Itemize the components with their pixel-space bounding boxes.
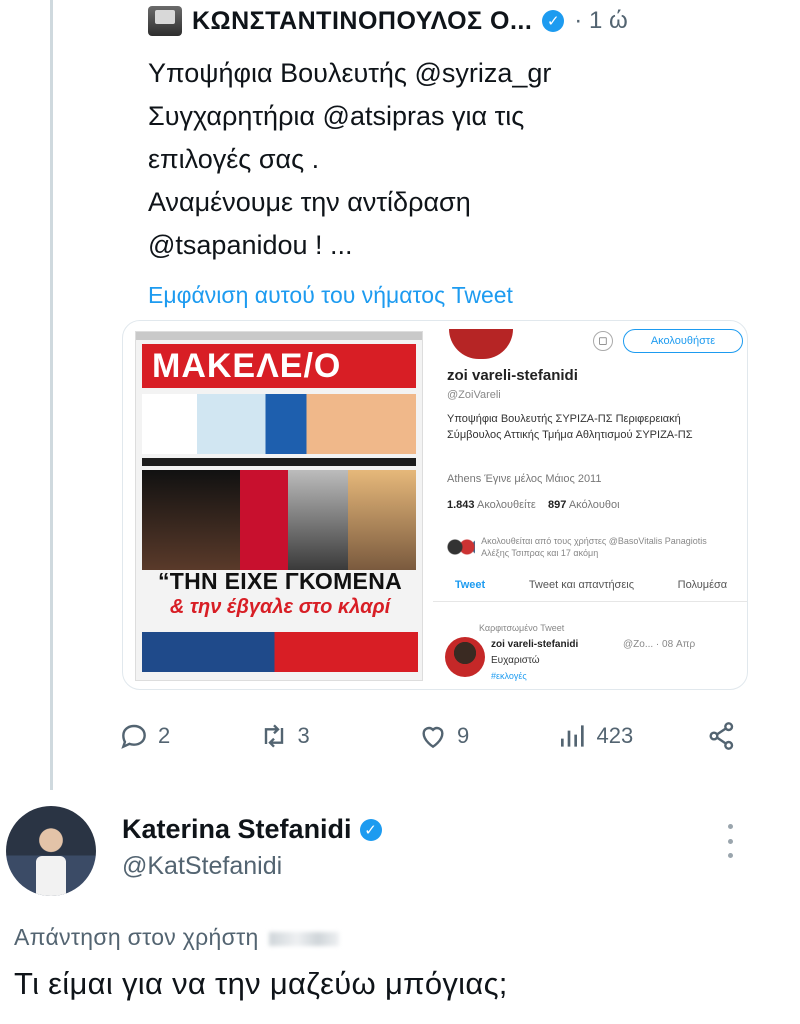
newspaper-masthead: ΜΑΚΕΛΕ/Ο — [142, 344, 416, 388]
pinned-tweet-meta: @Zo... · 08 Απρ — [623, 639, 696, 650]
like-button[interactable]: 9 — [417, 720, 557, 752]
newspaper-photo-band — [142, 394, 416, 454]
newspaper-photo — [288, 470, 348, 570]
profile-tab: Tweet και απαντήσεις — [528, 579, 634, 591]
reply-author-avatar[interactable] — [6, 806, 96, 896]
share-button[interactable] — [706, 720, 738, 752]
newspaper-top-strip — [136, 332, 422, 340]
newspaper-subheadline: & την έβγαλε στο κλαρί — [169, 596, 391, 618]
pinned-tweet-author: zoi vareli-stefanidi — [491, 639, 579, 650]
retweet-icon — [264, 724, 283, 748]
verified-icon: ✓ — [542, 10, 565, 32]
reply-author-row: Katerina Stefanidi ✓ — [122, 814, 382, 845]
replying-to-label: Απάντηση στον χρήστη — [14, 924, 259, 950]
retweet-button[interactable]: 3 — [258, 720, 417, 752]
newspaper-divider — [142, 458, 416, 466]
newspaper-photo — [142, 470, 240, 570]
followers-label: Ακόλουθοι — [568, 499, 620, 511]
pinned-tweet-avatar — [445, 637, 485, 677]
views-icon — [560, 725, 584, 747]
replying-to: Απάντηση στον χρήστη — [14, 924, 339, 951]
retweet-count: 3 — [297, 723, 310, 748]
profile-tabs: Tweet Tweet και απαντήσεις Πολυμέσα — [433, 579, 747, 602]
reply-icon — [121, 724, 146, 749]
views-count: 423 — [596, 723, 634, 748]
following-label: Ακολουθείτε — [476, 499, 536, 511]
profile-location: Athens Έγινε μέλος Μάιος 2011 — [447, 473, 602, 485]
quoted-tweet-time[interactable]: · 1 ώ — [574, 7, 627, 35]
views-button[interactable]: 423 — [557, 720, 706, 752]
quoted-text-line: επιλογές σας . — [148, 144, 320, 174]
quoted-tweet-header: ΚΩΝΣΤΑΝΤΙΝΟΠΟΥΛΟΣ Ο... ✓ · 1 ώ — [148, 4, 768, 38]
profile-stats: 1.843 Ακολουθείτε 897 Ακόλουθοι — [447, 499, 620, 511]
pinned-tweet-text: Ευχαριστώ — [491, 655, 540, 666]
newspaper-headline: “ΤΗΝ ΕΙΧΕ ΓΚΟΜΕΝΑ — [157, 568, 403, 594]
quoted-text-line: Συγχαρητήρια @atsipras για τις — [148, 101, 525, 131]
reply-author-name[interactable]: Katerina Stefanidi — [122, 814, 352, 845]
profile-bio: Υποψήφια Βουλευτής ΣΥΡΙΖΑ-ΠΣ Περιφερειακ… — [447, 413, 693, 441]
quoted-text-line: @tsapanidou ! ... — [148, 230, 353, 260]
thread-line — [50, 0, 53, 790]
quoted-text-line: Υποψήφια Βουλευτής @syriza_gr — [148, 58, 552, 88]
tweet-actions: 2 3 9 423 — [118, 716, 738, 756]
mutual-text: Ακολουθείται από τους χρήστες @BasoVital… — [481, 536, 707, 558]
reply-text: Τι είμαι για να την μαζεύω μπόγιας; — [14, 966, 508, 1001]
pinned-tweet-hashtag: #εκλογές — [491, 671, 527, 681]
like-icon — [422, 726, 444, 749]
share-icon — [709, 722, 734, 750]
pinned-label: Καρφιτσωμένο Tweet — [479, 623, 565, 633]
reply-count: 2 — [158, 723, 171, 748]
profile-handle: @ZoiVareli — [447, 389, 501, 401]
quoted-text-line: Αναμένουμε την αντίδραση — [148, 187, 471, 217]
quoted-author-avatar[interactable] — [148, 6, 182, 36]
profile-name: zoi vareli-stefanidi — [447, 367, 578, 384]
redacted-username — [268, 931, 339, 946]
newspaper-photo — [240, 470, 288, 570]
profile-tab: Πολυμέσα — [677, 579, 728, 591]
newspaper-photo — [348, 470, 416, 570]
followers-count: 897 — [548, 499, 567, 511]
mutual-followers: Ακολουθείται από τους χρήστες @BasoVital… — [447, 535, 737, 559]
mutual-avatars — [447, 538, 476, 556]
newspaper-image: ΜΑΚΕΛΕ/Ο “ΤΗΝ ΕΙΧΕ ΓΚΟΜΕΝΑ & την έβγαλε … — [135, 331, 423, 681]
newspaper-bottom-band — [142, 632, 418, 672]
verified-icon: ✓ — [359, 818, 382, 841]
profile-tab: Tweet — [454, 579, 486, 591]
quoted-author-name[interactable]: ΚΩΝΣΤΑΝΤΙΝΟΠΟΥΛΟΣ Ο... — [192, 7, 532, 36]
profile-avatar — [449, 329, 513, 359]
profile-screenshot: ◻ Ακολουθήστε zoi vareli-stefanidi @ZoiV… — [433, 321, 747, 689]
quoted-tweet-text: Υποψήφια Βουλευτής @syriza_gr Συγχαρητήρ… — [148, 52, 748, 267]
media-card[interactable]: ΜΑΚΕΛΕ/Ο “ΤΗΝ ΕΙΧΕ ΓΚΟΜΕΝΑ & την έβγαλε … — [122, 320, 748, 690]
follow-button: Ακολουθήστε — [623, 329, 743, 353]
reply-author-handle[interactable]: @KatStefanidi — [122, 852, 282, 881]
like-count: 9 — [456, 723, 470, 748]
more-icon[interactable] — [720, 824, 740, 858]
following-count: 1.843 — [447, 499, 475, 511]
reply-button[interactable]: 2 — [118, 720, 258, 752]
notification-bell-icon: ◻ — [593, 331, 613, 351]
show-thread-link[interactable]: Εμφάνιση αυτού του νήματος Tweet — [148, 282, 513, 309]
